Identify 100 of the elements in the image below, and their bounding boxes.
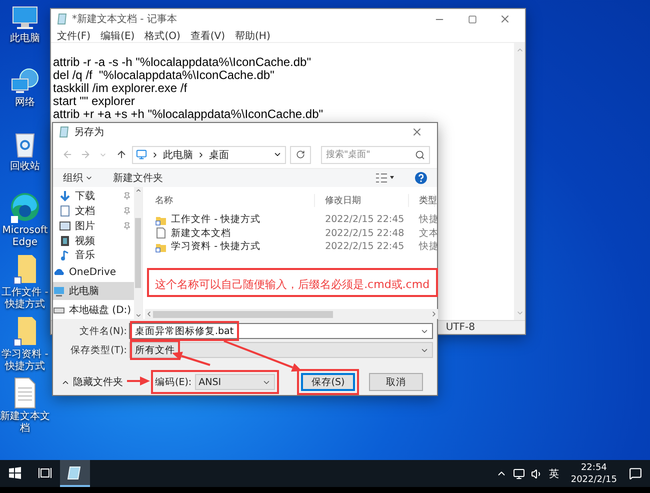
nav-label: 音乐 bbox=[75, 248, 96, 262]
text-line: start "" explorer bbox=[53, 95, 135, 108]
date-cell-text: 2022/2/15 22:48 bbox=[324, 228, 406, 239]
type-cell-text: 快捷 bbox=[418, 213, 436, 226]
volume-icon[interactable] bbox=[530, 468, 543, 480]
breadcrumb-item[interactable]: 此电脑 bbox=[163, 148, 193, 162]
filename-field[interactable]: 桌面异常图标修复.bat bbox=[129, 323, 433, 339]
desktop-icon-label[interactable]: 新建文本文档 bbox=[0, 411, 50, 435]
chevron-right-icon bbox=[197, 150, 205, 159]
text-line: attrib +r +a +s +h "%localappdata%\IconCache.db" bbox=[53, 108, 324, 121]
nav-item[interactable]: OneDrive bbox=[53, 262, 134, 282]
desktop-icon-label[interactable]: 工作文件 - 快捷方式 bbox=[0, 287, 50, 311]
nav-item[interactable]: 音乐 bbox=[53, 248, 134, 263]
menu-item[interactable]: 格式(O) bbox=[144, 28, 180, 42]
annotation-text: 这个名称可以自己随便输入，后缀名必须是.cmd或.cmd bbox=[155, 278, 430, 290]
maximize-icon[interactable] bbox=[468, 14, 476, 24]
field-label: 编码(E): bbox=[155, 376, 192, 388]
input-method-indicator[interactable]: 英 bbox=[548, 466, 559, 480]
download-icon bbox=[59, 190, 71, 202]
file-type-dropdown[interactable]: 所有文件 bbox=[129, 342, 433, 358]
menu-item[interactable]: 查看(V) bbox=[190, 28, 226, 42]
date-cell-text: 2022/2/15 22:45 bbox=[324, 214, 406, 226]
nav-label: OneDrive bbox=[69, 266, 118, 278]
notification-icon[interactable] bbox=[629, 467, 642, 480]
cancel-button[interactable]: 取消 bbox=[369, 373, 423, 391]
nav-label: 此电脑 bbox=[69, 284, 100, 298]
text-file-icon bbox=[13, 377, 37, 409]
refresh-icon bbox=[296, 150, 305, 160]
start-icon[interactable] bbox=[9, 466, 21, 478]
notepad-icon bbox=[59, 126, 69, 138]
clock-date[interactable]: 2022/2/15 bbox=[570, 474, 617, 486]
network-icon[interactable] bbox=[512, 468, 525, 480]
desktop-icon-label[interactable]: 网络 bbox=[0, 97, 50, 109]
window-title: *新建文本文档 - 记事本 bbox=[72, 12, 178, 26]
menu-item[interactable]: 帮助(H) bbox=[235, 28, 270, 42]
up-icon[interactable] bbox=[116, 149, 126, 160]
nav-label: 视频 bbox=[75, 234, 96, 248]
document-icon bbox=[59, 205, 71, 218]
organize-button[interactable]: 组织 bbox=[63, 170, 93, 185]
close-icon[interactable] bbox=[499, 13, 511, 25]
taskbar-app[interactable] bbox=[60, 460, 90, 487]
save-button[interactable]: 保存(S) bbox=[301, 373, 355, 391]
file-name-cell[interactable]: 学习资料 - 快捷方式 bbox=[145, 240, 316, 254]
nav-item[interactable]: 本地磁盘 (D:) bbox=[53, 300, 134, 319]
notepad-icon bbox=[67, 464, 83, 480]
nav-item[interactable]: 图片 bbox=[53, 218, 134, 234]
close-icon[interactable] bbox=[411, 126, 423, 138]
text-line: attrib -r -a -s -h "%localappdata%\IconCache.db" bbox=[53, 56, 312, 69]
network-icon bbox=[10, 67, 40, 95]
help-icon[interactable] bbox=[415, 172, 427, 184]
nav-item[interactable]: 下载 bbox=[53, 189, 134, 204]
text-line: del /q /f "%localappdata%\IconCache.db" bbox=[53, 69, 274, 82]
desktop-icon-label[interactable]: 此电脑 bbox=[0, 33, 50, 45]
text-line: taskkill /im explorer.exe /f bbox=[53, 82, 188, 95]
nav-label: 本地磁盘 (D:) bbox=[69, 304, 132, 317]
date-cell-text: 2022/2/15 22:45 bbox=[324, 241, 406, 252]
nav-item[interactable]: 此电脑 bbox=[53, 282, 134, 300]
address-bar[interactable]: 此电脑 桌面 bbox=[132, 146, 286, 164]
text-file-icon bbox=[155, 227, 168, 240]
folder-shortcut-icon bbox=[12, 315, 38, 347]
nav-item[interactable]: 视频 bbox=[53, 233, 134, 248]
hide-folders-label: 隐藏文件夹 bbox=[73, 376, 123, 389]
music-note-icon bbox=[59, 249, 71, 262]
column-header[interactable]: 类型 bbox=[409, 194, 436, 207]
type-cell-text: 快捷 bbox=[418, 240, 436, 254]
search-icon bbox=[415, 150, 425, 160]
nav-label: 文档 bbox=[75, 204, 96, 218]
search-field[interactable]: 搜索"桌面" bbox=[321, 146, 430, 164]
desktop-icon-label[interactable]: 回收站 bbox=[0, 161, 50, 173]
notepad-icon bbox=[57, 13, 67, 25]
film-icon bbox=[59, 234, 71, 247]
breadcrumb-item[interactable]: 桌面 bbox=[209, 148, 229, 162]
computer-icon bbox=[11, 5, 39, 31]
nav-label: 下载 bbox=[75, 190, 96, 204]
menu-item[interactable]: 编辑(E) bbox=[100, 28, 135, 42]
hide-folders-toggle[interactable]: 隐藏文件夹 bbox=[61, 375, 151, 389]
desktop-icon-label[interactable]: Microsoft Edge bbox=[0, 225, 50, 249]
folder-shortcut-icon bbox=[12, 253, 38, 285]
refresh-button[interactable] bbox=[290, 146, 311, 164]
scroll-down-icon[interactable] bbox=[134, 312, 142, 319]
column-header[interactable]: 修改日期 bbox=[315, 194, 410, 207]
field-label: 保存类型(T): bbox=[70, 344, 128, 356]
encoding-dropdown[interactable]: ANSI bbox=[194, 374, 275, 390]
task-view-icon[interactable] bbox=[38, 466, 52, 478]
view-options-icon[interactable] bbox=[375, 172, 395, 183]
dialog-title: 另存为 bbox=[74, 126, 105, 140]
column-header[interactable]: 名称 bbox=[145, 194, 316, 207]
new-folder-button[interactable]: 新建文件夹 bbox=[113, 170, 163, 185]
scroll-up-icon[interactable] bbox=[134, 187, 142, 194]
desktop-icon-label[interactable]: 学习资料 - 快捷方式 bbox=[0, 349, 50, 373]
clock-time[interactable]: 22:54 bbox=[580, 462, 607, 474]
encoding-status: UTF-8 bbox=[446, 322, 475, 333]
nav-label: 图片 bbox=[75, 220, 96, 233]
chevron-right-icon bbox=[151, 150, 159, 159]
field-label: 文件名(N): bbox=[78, 324, 128, 338]
nav-item[interactable]: 文档 bbox=[53, 204, 134, 219]
file-name-cell[interactable]: 工作文件 - 快捷方式 bbox=[145, 213, 316, 226]
file-name-cell[interactable]: 新建文本文档 bbox=[145, 226, 316, 240]
menu-item[interactable]: 文件(F) bbox=[57, 28, 91, 42]
picture-icon bbox=[59, 220, 71, 232]
